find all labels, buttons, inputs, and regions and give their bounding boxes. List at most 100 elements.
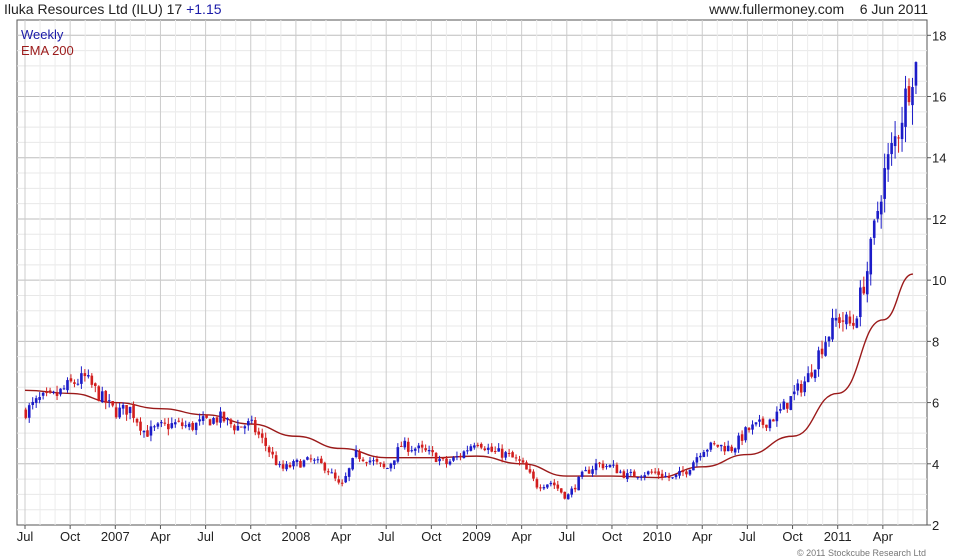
candle-body <box>664 475 667 477</box>
candle-body <box>872 220 876 238</box>
candle-body <box>104 390 108 403</box>
candle-body <box>288 464 292 468</box>
candle-body <box>876 211 880 219</box>
candle-body <box>215 417 219 423</box>
candle-body <box>528 469 532 473</box>
candle-body <box>167 423 170 430</box>
candle-body <box>911 87 914 106</box>
x-tick-label: 2009 <box>462 529 491 544</box>
y-tick-label: 12 <box>932 212 946 227</box>
candle-body <box>855 318 859 328</box>
candle-body <box>111 401 114 406</box>
candle-body <box>125 405 128 415</box>
candle-body <box>674 474 678 478</box>
candle-body <box>827 336 831 342</box>
candle-body <box>52 391 55 393</box>
candle-body <box>431 450 434 453</box>
candle-body <box>410 450 414 452</box>
candle-body <box>135 419 139 423</box>
candle-body <box>890 143 893 155</box>
candle-body <box>201 416 205 421</box>
candle-body <box>250 419 254 421</box>
candle-body <box>222 411 226 422</box>
candle-body <box>747 427 751 431</box>
candle-body <box>38 396 41 400</box>
candle-body <box>859 287 862 318</box>
candle-body <box>455 456 459 458</box>
candle-body <box>132 405 135 419</box>
candle-body <box>893 136 897 147</box>
candle-body <box>260 433 264 438</box>
candle-body <box>205 414 208 418</box>
candle-body <box>326 471 330 473</box>
candle-body <box>69 378 73 382</box>
candle-body <box>660 473 664 478</box>
candle-body <box>278 464 281 466</box>
candle-body <box>601 463 605 469</box>
candle-body <box>782 401 786 410</box>
candle-body <box>632 471 636 477</box>
candle-body <box>792 391 796 395</box>
candle-body <box>504 452 507 458</box>
candle-body <box>66 380 69 391</box>
candle-body <box>862 286 866 294</box>
candle-body <box>768 419 772 429</box>
candle-body <box>852 322 855 326</box>
legend-ema: EMA 200 <box>21 43 74 58</box>
candle-body <box>518 459 521 461</box>
candle-body <box>191 422 194 430</box>
candle-body <box>93 383 97 386</box>
candle-body <box>146 430 149 437</box>
candle-body <box>542 487 546 489</box>
candle-body <box>306 457 309 460</box>
candle-body <box>479 443 483 448</box>
candle-body <box>678 470 681 476</box>
candle-body <box>789 396 793 410</box>
candle-body <box>848 316 852 324</box>
candle-body <box>114 407 118 418</box>
candle-body <box>497 448 500 452</box>
candle-body <box>580 471 584 477</box>
candle-body <box>330 472 334 474</box>
candle-body <box>267 447 271 453</box>
candle-body <box>584 470 587 472</box>
candle-body <box>100 391 104 402</box>
candle-body <box>309 458 313 460</box>
candle-body <box>834 317 838 321</box>
candle-body <box>615 464 619 474</box>
candle-body <box>299 460 302 468</box>
candle-body <box>650 471 653 473</box>
candle-body <box>869 238 873 275</box>
candle-body <box>591 469 594 474</box>
candle-body <box>806 373 810 383</box>
candle-body <box>170 423 174 428</box>
candle-body <box>285 464 288 470</box>
x-tick-label: Jul <box>378 529 395 544</box>
y-tick-label: 4 <box>932 457 939 472</box>
candle-body <box>556 484 560 489</box>
y-tick-label: 16 <box>932 90 946 105</box>
candle-body <box>295 460 299 463</box>
candle-body <box>730 446 733 452</box>
candle-body <box>754 422 758 425</box>
candle-body <box>281 464 285 469</box>
candle-body <box>87 375 90 377</box>
candle-body <box>264 437 267 446</box>
candle-body <box>76 383 80 385</box>
x-tick-label: Oct <box>241 529 262 544</box>
candle-body <box>212 417 215 424</box>
candle-body <box>400 445 403 447</box>
candle-body <box>424 448 427 451</box>
candle-body <box>452 457 455 461</box>
candle-body <box>723 446 727 452</box>
candle-body <box>413 448 417 451</box>
candle-body <box>838 317 841 324</box>
x-tick-label: 2011 <box>824 529 852 544</box>
candle-body <box>48 390 52 392</box>
candle-body <box>612 464 615 466</box>
candle-body <box>605 466 608 468</box>
candle-body <box>247 421 250 426</box>
candle-body <box>160 422 163 424</box>
candle-body <box>226 418 229 420</box>
candle-body <box>507 453 511 455</box>
